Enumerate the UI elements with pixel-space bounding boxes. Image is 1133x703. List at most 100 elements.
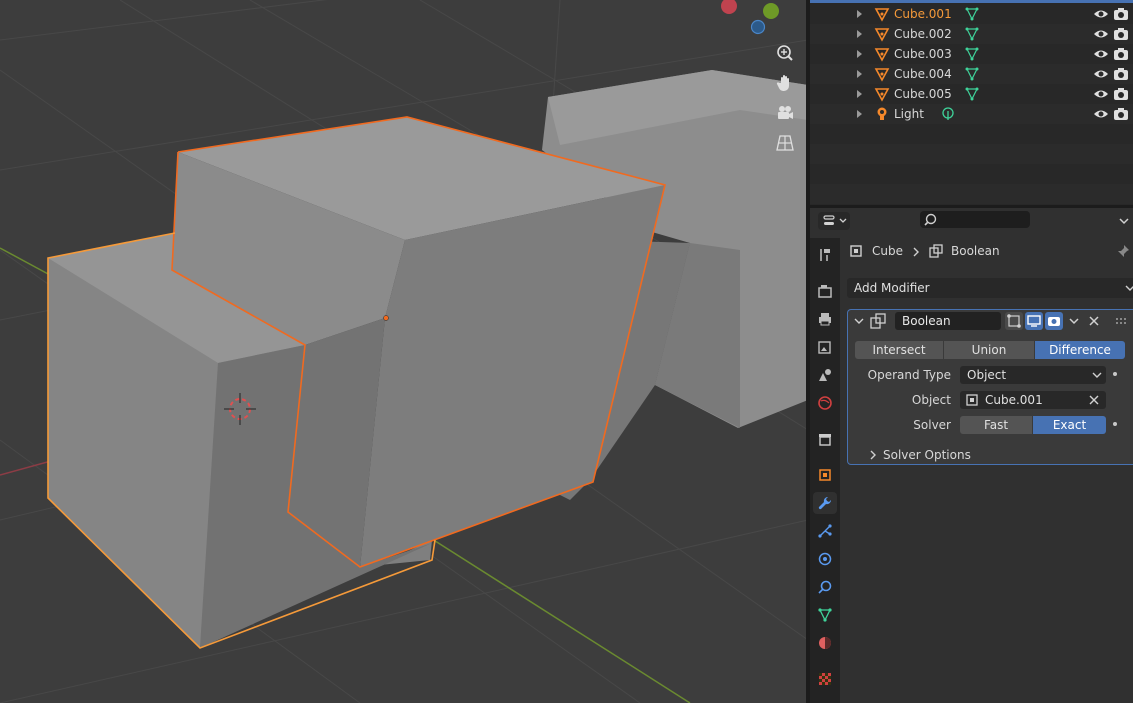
tab-texture[interactable]: [813, 668, 837, 690]
outliner-empty-row: [810, 184, 1133, 204]
properties-search-input[interactable]: [920, 211, 1030, 228]
mesh-object-icon: [874, 88, 890, 102]
solver-options-label: Solver Options: [883, 448, 971, 462]
outliner: Cube.001 Cube.002 Cube.003 Cube.004 Cube…: [810, 0, 1133, 205]
eye-icon[interactable]: [1093, 7, 1109, 21]
camera-view-button[interactable]: [772, 100, 798, 126]
expand-arrow-icon[interactable]: [857, 70, 862, 78]
chevron-down-icon: [1125, 285, 1133, 291]
tab-collection[interactable]: [813, 428, 837, 450]
expand-arrow-icon[interactable]: [857, 110, 862, 118]
modifier-name-value: Boolean: [902, 314, 951, 328]
mesh-data-icon[interactable]: [964, 26, 980, 42]
camera-render-icon[interactable]: [1113, 107, 1129, 121]
solver-exact-button[interactable]: Exact: [1033, 416, 1106, 434]
tab-modifiers[interactable]: [813, 492, 837, 514]
mesh-data-icon[interactable]: [964, 86, 980, 102]
modifier-name-field[interactable]: Boolean: [895, 312, 1001, 330]
outliner-item-light[interactable]: Light: [810, 104, 1133, 124]
wrench-icon: [818, 496, 832, 510]
eye-icon[interactable]: [1093, 87, 1109, 101]
chevron-right-icon: [870, 450, 876, 460]
outliner-item-cube-002[interactable]: Cube.002: [810, 24, 1133, 44]
chevron-right-icon: [913, 247, 919, 257]
collection-icon: [819, 434, 831, 446]
camera-render-icon[interactable]: [1113, 87, 1129, 101]
tab-output[interactable]: [813, 308, 837, 330]
breadcrumb-modifier: Boolean: [951, 244, 1000, 258]
outliner-item-cube-003[interactable]: Cube.003: [810, 44, 1133, 64]
operation-union-button[interactable]: Union: [944, 341, 1034, 359]
options-chevron-down-icon[interactable]: [1117, 214, 1131, 228]
tool-icon: [820, 249, 830, 261]
eye-icon[interactable]: [1093, 47, 1109, 61]
editor-type-dropdown[interactable]: [818, 212, 850, 230]
zoom-view-button[interactable]: [772, 40, 798, 66]
eye-icon[interactable]: [1093, 27, 1109, 41]
tab-object[interactable]: [813, 464, 837, 486]
light-data-icon[interactable]: [940, 106, 956, 122]
outliner-item-label: Cube.005: [894, 87, 952, 101]
pan-view-button[interactable]: [772, 70, 798, 96]
world-icon: [818, 396, 832, 410]
hand-icon: [776, 75, 789, 91]
tab-tool[interactable]: [813, 244, 837, 266]
extra-options-chevron-icon[interactable]: [1067, 314, 1081, 328]
camera-render-icon[interactable]: [1113, 7, 1129, 21]
tab-physics[interactable]: [813, 548, 837, 570]
drag-handle-icon[interactable]: [1115, 314, 1129, 328]
tab-world[interactable]: [813, 392, 837, 414]
tab-particles[interactable]: [813, 520, 837, 542]
tab-material[interactable]: [813, 632, 837, 654]
outliner-item-cube-004[interactable]: Cube.004: [810, 64, 1133, 84]
edit-mode-toggle[interactable]: [1005, 312, 1023, 330]
operand-type-dropdown[interactable]: Object: [960, 366, 1106, 384]
operation-intersect-button[interactable]: Intersect: [855, 341, 943, 359]
collapse-chevron-icon[interactable]: [853, 315, 865, 327]
keyframe-dot-icon[interactable]: [1113, 422, 1117, 426]
object-value: Cube.001: [985, 393, 1043, 407]
object-field[interactable]: Cube.001: [960, 391, 1106, 409]
camera-render-icon[interactable]: [1113, 47, 1129, 61]
pin-icon[interactable]: [1116, 244, 1130, 258]
3d-viewport[interactable]: [0, 0, 808, 703]
eye-icon[interactable]: [1093, 67, 1109, 81]
tab-constraints[interactable]: [813, 576, 837, 598]
texture-icon: [819, 673, 831, 685]
outliner-empty-row: [810, 144, 1133, 164]
viewport-scene[interactable]: [0, 0, 808, 703]
expand-arrow-icon[interactable]: [857, 50, 862, 58]
keyframe-dot-icon[interactable]: [1113, 372, 1117, 376]
operation-difference-button[interactable]: Difference: [1035, 341, 1125, 359]
close-icon[interactable]: [1087, 314, 1101, 328]
properties-editor: Cube Boolean Add Modifier Boolean Inters…: [810, 208, 1133, 703]
outliner-item-cube-001[interactable]: Cube.001: [810, 4, 1133, 24]
object-icon: [819, 469, 831, 481]
solver-options-subpanel-header[interactable]: Solver Options: [865, 447, 1115, 463]
eye-icon[interactable]: [1093, 107, 1109, 121]
tab-render[interactable]: [813, 280, 837, 302]
tab-data[interactable]: [813, 604, 837, 626]
mesh-object-icon: [874, 28, 890, 42]
render-toggle[interactable]: [1045, 312, 1063, 330]
expand-arrow-icon[interactable]: [857, 90, 862, 98]
viewport-display-toggle[interactable]: [1025, 312, 1043, 330]
tab-view-layer[interactable]: [813, 336, 837, 358]
mesh-data-icon[interactable]: [964, 6, 980, 22]
mesh-data-icon[interactable]: [964, 66, 980, 82]
expand-arrow-icon[interactable]: [857, 30, 862, 38]
solver-fast-button[interactable]: Fast: [960, 416, 1032, 434]
add-modifier-dropdown[interactable]: Add Modifier: [847, 278, 1133, 298]
operation-selector: Intersect Union Difference: [855, 341, 1125, 359]
mesh-data-icon[interactable]: [964, 46, 980, 62]
expand-arrow-icon[interactable]: [857, 10, 862, 18]
mesh-object-icon: [874, 48, 890, 62]
clear-field-close-icon[interactable]: [1088, 394, 1100, 406]
outliner-item-label: Cube.003: [894, 47, 952, 61]
object-icon: [850, 245, 862, 257]
camera-render-icon[interactable]: [1113, 27, 1129, 41]
outliner-item-cube-005[interactable]: Cube.005: [810, 84, 1133, 104]
perspective-toggle-button[interactable]: [772, 130, 798, 156]
camera-render-icon[interactable]: [1113, 67, 1129, 81]
tab-scene[interactable]: [813, 364, 837, 386]
